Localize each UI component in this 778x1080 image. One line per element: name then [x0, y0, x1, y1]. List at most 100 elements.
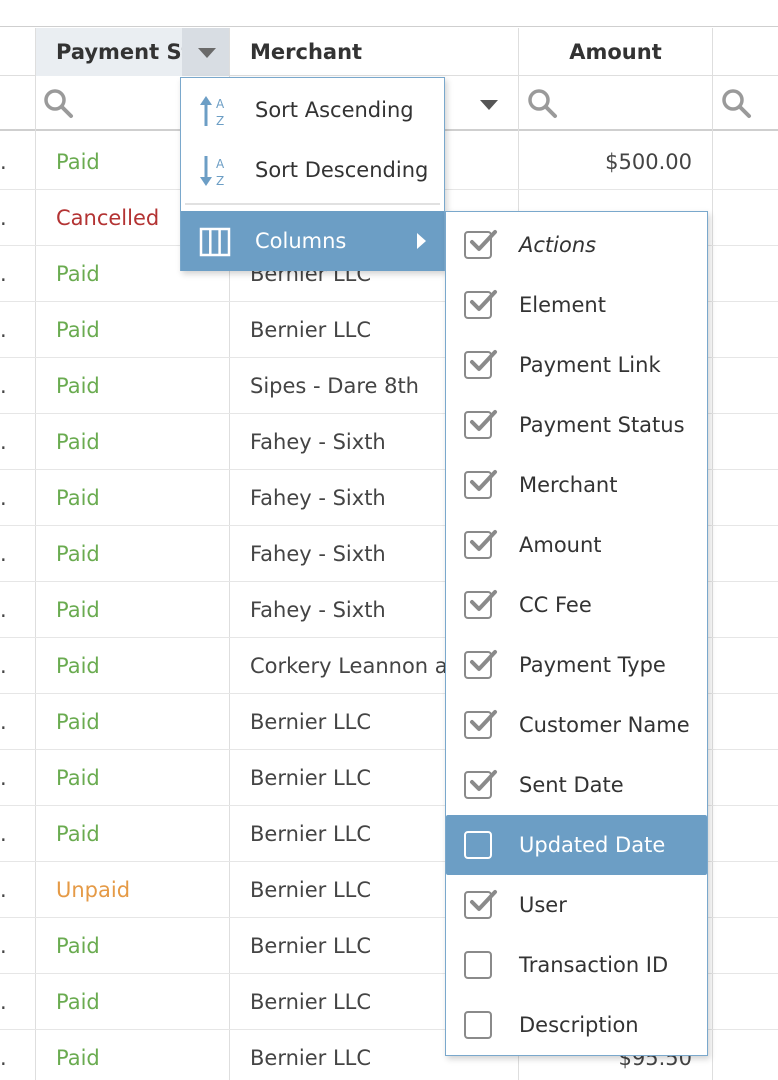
- menu-item-label: Sort Ascending: [255, 98, 414, 122]
- checkmark-icon: [470, 350, 497, 371]
- column-header-merchant[interactable]: Merchant: [230, 28, 518, 76]
- checkmark-icon: [470, 530, 497, 551]
- column-toggle-item[interactable]: Merchant: [446, 455, 707, 515]
- column-toggle-label: Merchant: [519, 473, 618, 497]
- column-toggle-item[interactable]: Customer Name: [446, 695, 707, 755]
- payment-status-cell: Paid: [56, 598, 100, 622]
- truncated-cell: .: [0, 542, 7, 566]
- truncated-cell: .: [0, 430, 7, 454]
- truncated-cell: .: [0, 374, 7, 398]
- truncated-cell: .: [0, 822, 7, 846]
- column-toggle-item[interactable]: Sent Date: [446, 755, 707, 815]
- column-toggle-item[interactable]: Payment Status: [446, 395, 707, 455]
- column-toggle-label: Actions: [519, 233, 597, 257]
- column-menu-button[interactable]: [182, 28, 230, 76]
- checkbox[interactable]: [464, 470, 497, 499]
- column-header-label: Merchant: [250, 40, 363, 64]
- sort-descending-icon: A Z: [200, 156, 225, 188]
- column-toggle-item[interactable]: Transaction ID: [446, 935, 707, 995]
- checkbox[interactable]: [464, 1011, 492, 1039]
- checkbox[interactable]: [464, 770, 497, 799]
- checkbox[interactable]: [464, 951, 492, 979]
- svg-text:Z: Z: [216, 174, 224, 188]
- payment-status-cell: Paid: [56, 766, 100, 790]
- truncated-cell: .: [0, 318, 7, 342]
- column-toggle-item[interactable]: Amount: [446, 515, 707, 575]
- truncated-cell: .: [0, 262, 7, 286]
- menu-item-columns[interactable]: Columns: [181, 211, 444, 271]
- column-toggle-label: Sent Date: [519, 773, 624, 797]
- payment-status-cell: Paid: [56, 654, 100, 678]
- truncated-cell: .: [0, 990, 7, 1014]
- svg-text:A: A: [216, 157, 225, 171]
- svg-text:A: A: [216, 97, 225, 111]
- caret-right-icon: [417, 233, 426, 249]
- menu-item-sort-ascending[interactable]: A Z Sort Ascending: [181, 80, 444, 140]
- payment-status-cell: Paid: [56, 934, 100, 958]
- column-toggle-label: Description: [519, 1013, 639, 1037]
- checkbox[interactable]: [464, 530, 497, 559]
- column-header-label: Amount: [569, 40, 662, 64]
- checkmark-icon: [470, 410, 497, 431]
- column-toggle-label: Payment Link: [519, 353, 661, 377]
- payment-status-cell: Paid: [56, 1046, 100, 1070]
- search-icon[interactable]: [526, 87, 558, 119]
- checkbox[interactable]: [464, 890, 497, 919]
- column-toggle-label: Element: [519, 293, 606, 317]
- column-toggle-item[interactable]: Element: [446, 275, 707, 335]
- checkbox[interactable]: [464, 710, 497, 739]
- payment-status-cell: Paid: [56, 990, 100, 1014]
- checkmark-icon: [470, 890, 497, 911]
- columns-icon: [199, 227, 231, 257]
- column-toggle-item[interactable]: Updated Date: [446, 815, 707, 875]
- truncated-cell: .: [0, 486, 7, 510]
- checkmark-icon: [470, 590, 497, 611]
- truncated-cell: .: [0, 710, 7, 734]
- column-toggle-label: Payment Type: [519, 653, 666, 677]
- menu-item-sort-descending[interactable]: A Z Sort Descending: [181, 140, 444, 200]
- truncated-cell: .: [0, 150, 7, 174]
- column-toggle-item[interactable]: CC Fee: [446, 575, 707, 635]
- column-toggle-item[interactable]: Payment Type: [446, 635, 707, 695]
- truncated-cell: .: [0, 1046, 7, 1070]
- checkmark-icon: [470, 770, 497, 791]
- column-toggle-item[interactable]: Payment Link: [446, 335, 707, 395]
- menu-divider: [185, 203, 440, 205]
- checkbox[interactable]: [464, 290, 497, 319]
- column-toggle-item[interactable]: User: [446, 875, 707, 935]
- column-header-amount[interactable]: Amount: [519, 28, 712, 76]
- column-toggle-item[interactable]: Description: [446, 995, 707, 1055]
- checkbox[interactable]: [464, 410, 497, 439]
- payment-status-cell: Unpaid: [56, 878, 131, 902]
- payment-status-cell: Paid: [56, 374, 100, 398]
- column-toggle-label: CC Fee: [519, 593, 592, 617]
- column-toggle-label: User: [519, 893, 567, 917]
- truncated-cell: .: [0, 878, 7, 902]
- checkbox[interactable]: [464, 230, 497, 259]
- checkbox[interactable]: [464, 350, 497, 379]
- checkbox[interactable]: [464, 590, 497, 619]
- search-icon[interactable]: [42, 87, 74, 119]
- truncated-cell: .: [0, 598, 7, 622]
- menu-item-label: Sort Descending: [255, 158, 429, 182]
- column-toggle-label: Transaction ID: [519, 953, 669, 977]
- checkmark-icon: [470, 290, 497, 311]
- column-toggle-item[interactable]: Actions: [446, 215, 707, 275]
- checkbox[interactable]: [464, 831, 492, 859]
- checkmark-icon: [470, 650, 497, 671]
- column-header-next[interactable]: [713, 28, 778, 76]
- search-icon[interactable]: [720, 87, 752, 119]
- checkbox[interactable]: [464, 650, 497, 679]
- columns-submenu: Actions Element Payment Link Payment Status…: [445, 211, 708, 1056]
- checkmark-icon: [470, 230, 497, 251]
- payment-status-cell: Paid: [56, 486, 100, 510]
- grid-header-row: Payment St Merchant Amount: [0, 28, 778, 76]
- column-toggle-label: Amount: [519, 533, 602, 557]
- column-toggle-label: Customer Name: [519, 713, 690, 737]
- payment-status-cell: Paid: [56, 542, 100, 566]
- truncated-cell: .: [0, 206, 7, 230]
- amount-cell: $500.00: [605, 150, 692, 174]
- caret-down-icon[interactable]: [480, 100, 498, 110]
- column-header-label: Payment St: [56, 40, 192, 64]
- column-toggle-label: Payment Status: [519, 413, 685, 437]
